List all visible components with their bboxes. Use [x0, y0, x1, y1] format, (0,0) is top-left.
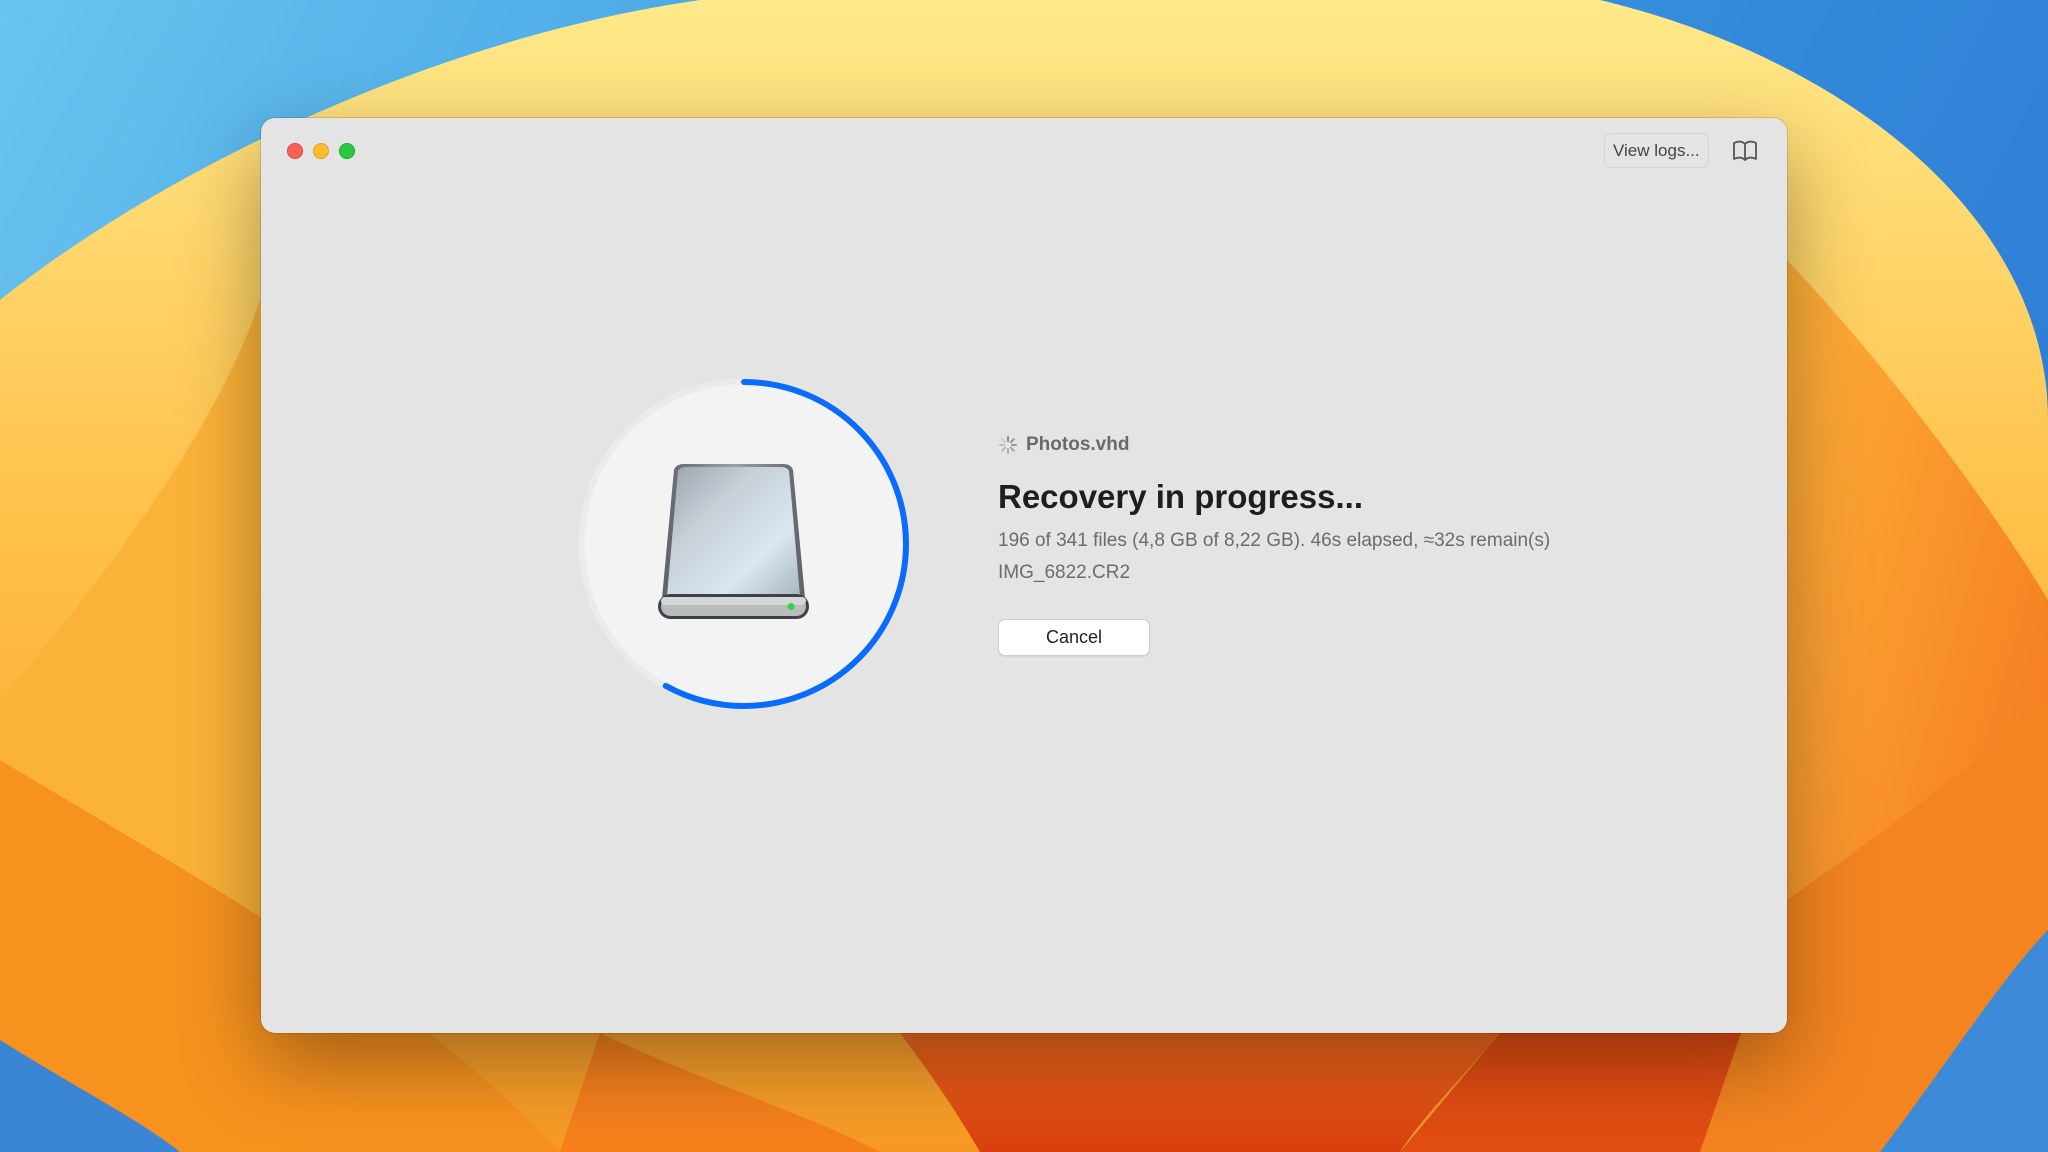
app-window: View logs... Photos.vhd Recovery in prog… — [261, 118, 1787, 1033]
window-controls — [287, 143, 355, 159]
book-icon — [1733, 140, 1757, 161]
close-window-button[interactable] — [287, 143, 303, 159]
source-file-name: Photos.vhd — [1026, 434, 1130, 455]
zoom-window-button[interactable] — [339, 143, 355, 159]
current-file-name: IMG_6822.CR2 — [998, 562, 1131, 583]
spinner-icon — [999, 436, 1017, 454]
progress-status: 196 of 341 files (4,8 GB of 8,22 GB). 46… — [998, 530, 1551, 551]
view-logs-button[interactable]: View logs... — [1604, 133, 1709, 168]
help-button[interactable] — [1731, 138, 1759, 164]
source-row: Photos.vhd — [998, 432, 1550, 458]
cancel-button[interactable]: Cancel — [998, 619, 1150, 656]
external-drive-icon — [658, 464, 809, 619]
page-title: Recovery in progress... — [998, 478, 1363, 515]
minimize-window-button[interactable] — [313, 143, 329, 159]
recovery-info: Photos.vhd Recovery in progress... 196 o… — [998, 432, 1550, 656]
